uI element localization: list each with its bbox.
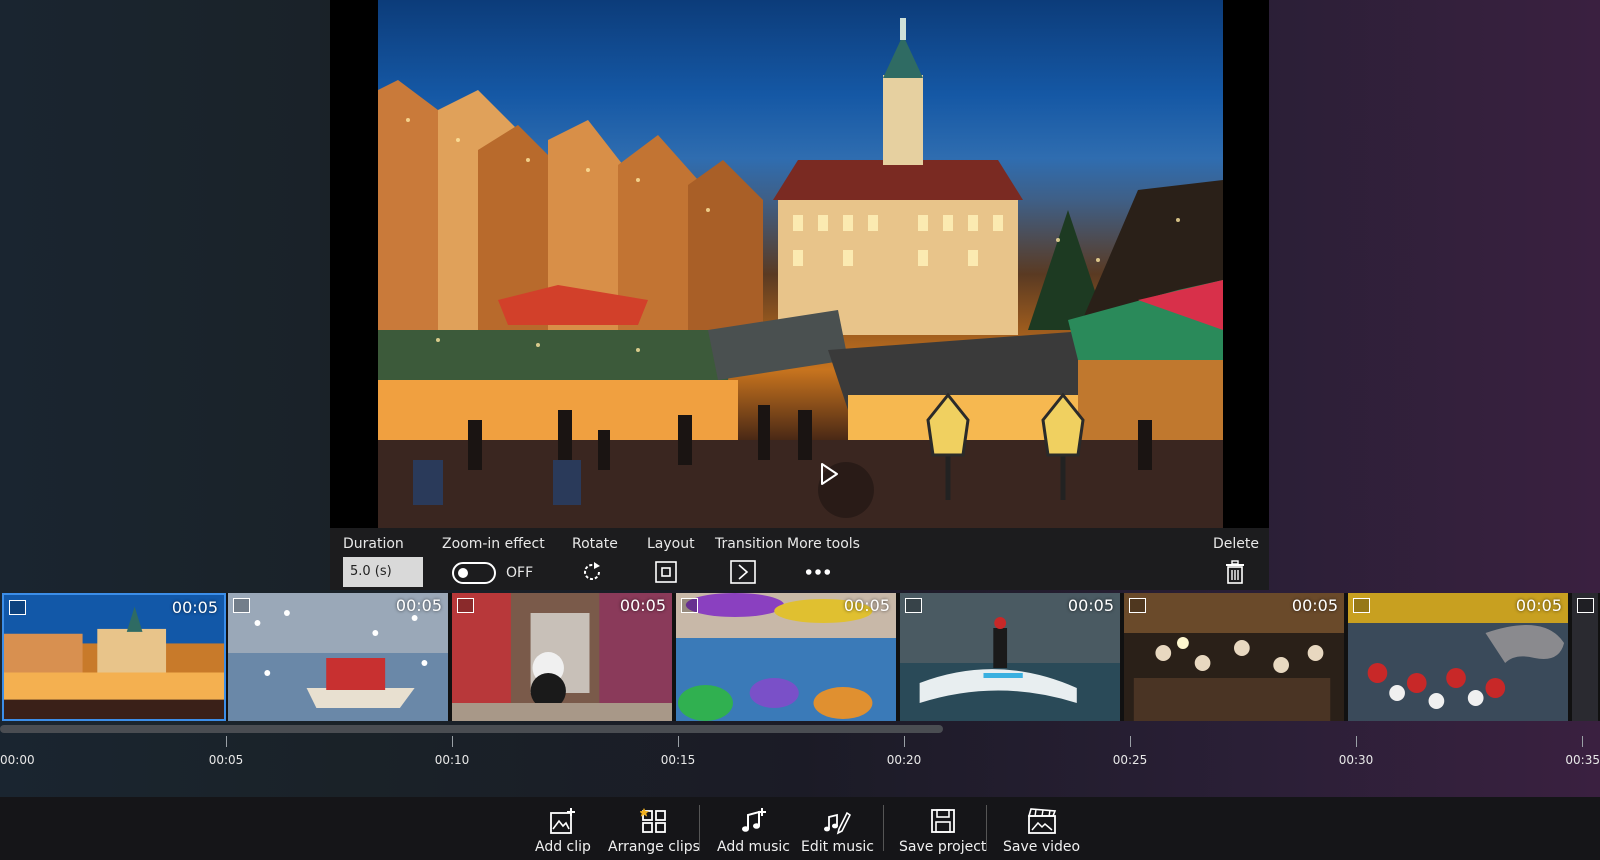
- more-tools: More tools: [787, 534, 860, 554]
- image-type-icon: [9, 600, 26, 615]
- add-clip-icon: [550, 808, 575, 834]
- clip-duration: 00:05: [171, 598, 218, 617]
- clip-duration: 00:05: [843, 596, 890, 615]
- layout-tool: Layout: [647, 534, 695, 554]
- timeline-ruler: 00:00 00:05 00:10 00:15 00:20 00:25 00:30 00:35: [0, 733, 1600, 783]
- trash-icon: [1226, 560, 1244, 584]
- edit-music-button[interactable]: Edit music: [801, 805, 874, 855]
- timeline-tick: [452, 736, 453, 747]
- save-video-icon: [1027, 808, 1056, 834]
- preview-scene: [378, 18, 1223, 528]
- clip-thumbnail[interactable]: 00:05: [898, 593, 1122, 721]
- duration-label: Duration: [343, 536, 404, 552]
- edit-music-icon: [824, 811, 852, 835]
- clip-duration: 00:05: [619, 596, 666, 615]
- toolbar-separator: [986, 805, 987, 851]
- more-tools-button[interactable]: [805, 559, 831, 585]
- clip-strip: 00:05 00:05 00:05 00:05 00:05 00:05 00:0…: [0, 593, 1600, 721]
- timeline-tick-label: 00:10: [434, 753, 470, 767]
- rotate-label: Rotate: [572, 536, 618, 552]
- play-button[interactable]: [818, 462, 874, 518]
- image-type-icon: [457, 598, 474, 613]
- clip-duration: 00:05: [395, 596, 442, 615]
- transition-icon: [730, 560, 756, 584]
- duration-input[interactable]: 5.0 (s): [343, 557, 423, 587]
- timeline-tick: [678, 736, 679, 747]
- timeline-tick-label: 00:25: [1112, 753, 1148, 767]
- timeline-tick-label: 00:00: [0, 753, 35, 767]
- zoom-state: OFF: [506, 565, 534, 581]
- more-icon: [805, 569, 831, 575]
- zoom-toggle-group: OFF: [452, 562, 533, 584]
- save-video-label: Save video: [1003, 839, 1081, 855]
- timeline-tick-label: 00:35: [1565, 753, 1600, 767]
- arrange-clips-label: Arrange clips: [608, 839, 700, 855]
- timeline-tick-label: 00:20: [886, 753, 922, 767]
- delete-button[interactable]: [1222, 559, 1248, 585]
- arrange-clips-icon: [639, 808, 666, 833]
- delete-tool: Delete: [1213, 534, 1259, 554]
- image-type-icon: [1577, 598, 1594, 613]
- delete-label: Delete: [1213, 536, 1259, 552]
- scrollbar-thumb[interactable]: [0, 725, 943, 733]
- add-clip-button[interactable]: Add clip: [535, 805, 591, 855]
- edit-music-label: Edit music: [801, 839, 874, 855]
- rotate-icon: [584, 562, 601, 581]
- preview-panel: [330, 0, 1269, 528]
- transition-button[interactable]: [730, 559, 756, 585]
- timeline-tick: [226, 736, 227, 747]
- save-project-label: Save project: [899, 839, 987, 855]
- image-type-icon: [905, 598, 922, 613]
- image-type-icon: [681, 598, 698, 613]
- duration-tool: Duration: [343, 534, 404, 554]
- add-music-button[interactable]: Add music: [717, 805, 790, 855]
- layout-button[interactable]: [653, 559, 679, 585]
- zoom-tool: Zoom-in effect: [442, 534, 545, 554]
- image-type-icon: [233, 598, 250, 613]
- toolbar-separator: [699, 805, 700, 851]
- arrange-clips-button[interactable]: Arrange clips: [608, 805, 700, 855]
- timeline-tick: [1356, 736, 1357, 747]
- timeline-tick-label: 00:15: [660, 753, 696, 767]
- clip-thumbnail[interactable]: 00:05: [2, 593, 226, 721]
- toolbar-separator: [883, 805, 884, 851]
- layout-icon: [655, 561, 677, 583]
- layout-label: Layout: [647, 536, 695, 552]
- timeline-tick: [1582, 736, 1583, 747]
- preview-image[interactable]: [378, 0, 1223, 528]
- clip-duration: 00:05: [1067, 596, 1114, 615]
- rotate-tool: Rotate: [572, 534, 618, 554]
- add-music-icon: [742, 808, 767, 832]
- play-icon: [821, 463, 838, 485]
- clip-duration: 00:05: [1291, 596, 1338, 615]
- transition-tool: Transition: [715, 534, 783, 554]
- transition-label: Transition: [715, 536, 783, 552]
- clip-thumbnail[interactable]: 00:05: [1346, 593, 1570, 721]
- clip-thumbnail[interactable]: [1570, 593, 1600, 721]
- bottom-toolbar: Add clip Arrange clips Add music Edit mu…: [0, 797, 1600, 860]
- zoom-toggle[interactable]: [452, 562, 496, 584]
- timeline-tick-label: 00:05: [208, 753, 244, 767]
- image-type-icon: [1353, 598, 1370, 613]
- timeline-tick: [1130, 736, 1131, 747]
- add-music-label: Add music: [717, 839, 790, 855]
- save-project-icon: [930, 809, 955, 833]
- clip-thumbnail[interactable]: 00:05: [674, 593, 898, 721]
- rotate-button[interactable]: [579, 559, 605, 585]
- clip-thumbnail[interactable]: 00:05: [1122, 593, 1346, 721]
- zoom-label: Zoom-in effect: [442, 536, 545, 552]
- add-clip-label: Add clip: [535, 839, 591, 855]
- save-project-button[interactable]: Save project: [899, 805, 986, 855]
- timeline-tick-label: 00:30: [1338, 753, 1374, 767]
- clip-thumbnail[interactable]: 00:05: [450, 593, 674, 721]
- image-type-icon: [1129, 598, 1146, 613]
- more-tools-label: More tools: [787, 536, 860, 552]
- clip-duration: 00:05: [1515, 596, 1562, 615]
- clip-thumbnail[interactable]: 00:05: [226, 593, 450, 721]
- clip-tools-panel: Duration 5.0 (s) Zoom-in effect OFF Rota…: [330, 528, 1269, 590]
- save-video-button[interactable]: Save video: [1003, 805, 1080, 855]
- timeline-tick: [904, 736, 905, 747]
- timeline-scrollbar: [0, 725, 1600, 733]
